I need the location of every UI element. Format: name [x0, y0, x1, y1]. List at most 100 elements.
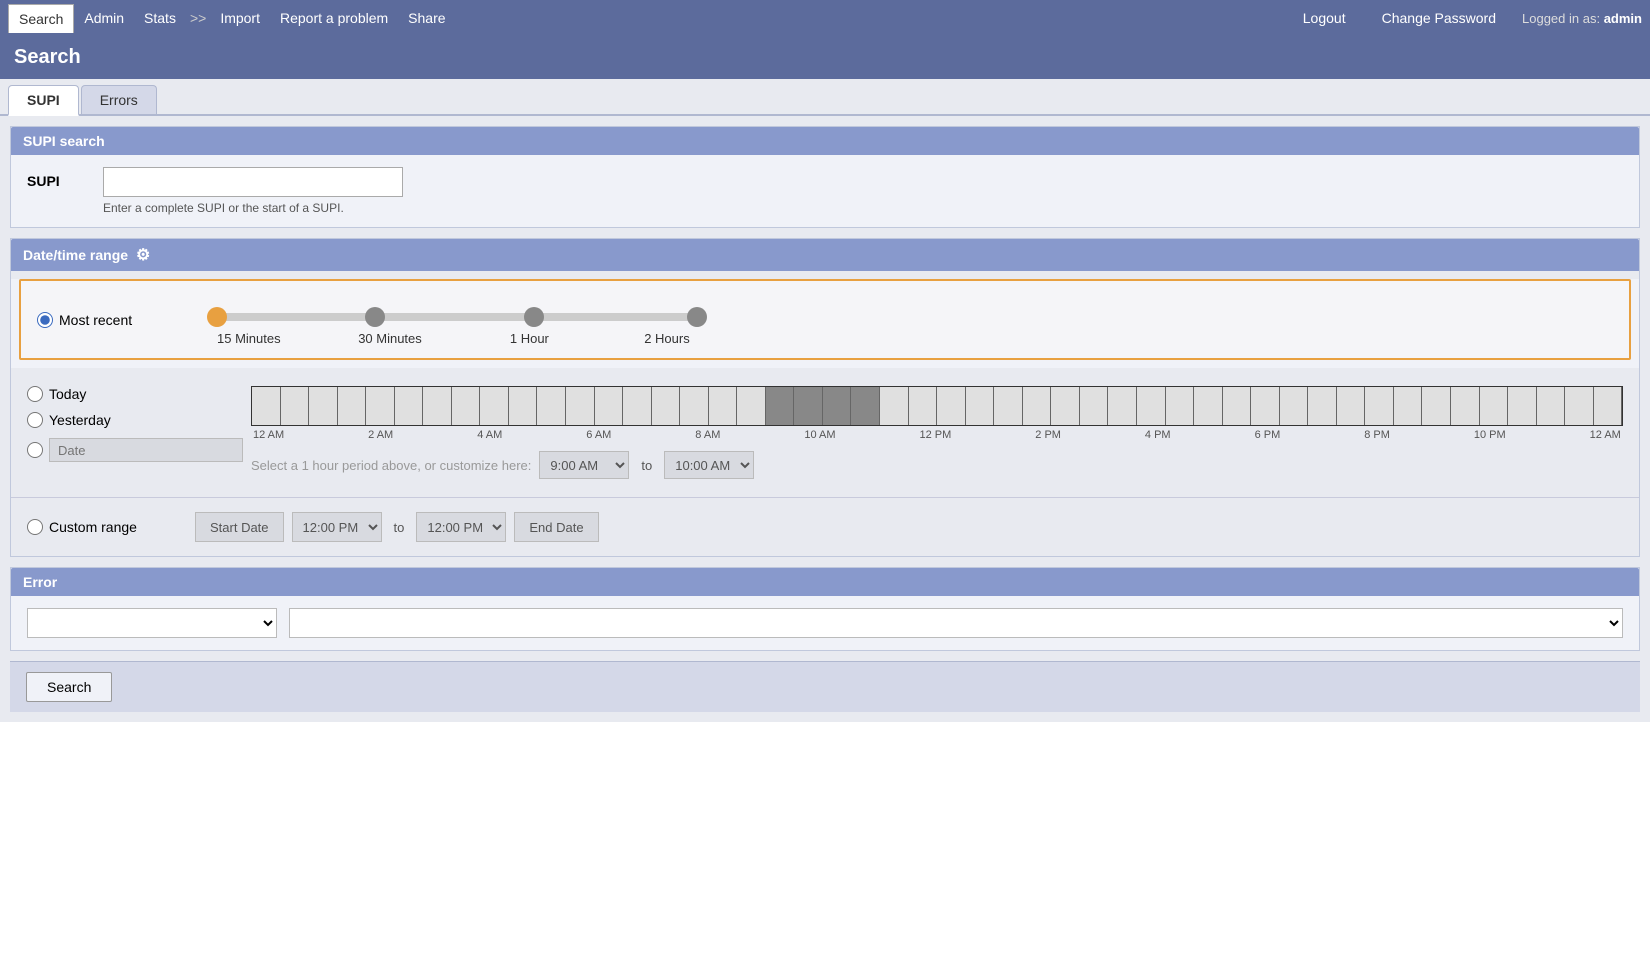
- main-content: SUPI search SUPI Enter a complete SUPI o…: [0, 116, 1650, 722]
- timeline-cell[interactable]: [1451, 387, 1480, 425]
- timeline-cell[interactable]: [366, 387, 395, 425]
- yesterday-label[interactable]: Yesterday: [27, 412, 243, 428]
- search-button[interactable]: Search: [26, 672, 112, 702]
- time-to-select[interactable]: 10:00 AM 11:00 AM: [664, 451, 754, 479]
- slider-label-3: 2 Hours: [637, 331, 697, 346]
- timeline-cell[interactable]: [737, 387, 766, 425]
- slider-dot-0[interactable]: [207, 307, 227, 327]
- timeline-label: 8 PM: [1364, 429, 1390, 441]
- timeline-cell[interactable]: [1480, 387, 1509, 425]
- timeline-cell[interactable]: [1508, 387, 1537, 425]
- time-from-select[interactable]: 9:00 AM 10:00 AM: [539, 451, 629, 479]
- timeline-cell[interactable]: [1422, 387, 1451, 425]
- timeline-cell[interactable]: [1251, 387, 1280, 425]
- slider-dot-2[interactable]: [524, 307, 544, 327]
- nav-share[interactable]: Share: [398, 2, 455, 34]
- timeline-cell[interactable]: [1137, 387, 1166, 425]
- most-recent-text: Most recent: [59, 312, 132, 328]
- timeline-cell[interactable]: [1051, 387, 1080, 425]
- error-select-1[interactable]: [27, 608, 277, 638]
- timeline-cell[interactable]: [680, 387, 709, 425]
- date-radio[interactable]: [27, 442, 43, 458]
- timeline-cell[interactable]: [338, 387, 367, 425]
- timeline-cell[interactable]: [566, 387, 595, 425]
- day-radios: Today Yesterday: [27, 378, 243, 462]
- page-title: Search: [0, 36, 1650, 79]
- nav-stats[interactable]: Stats: [134, 2, 186, 34]
- date-input[interactable]: [49, 438, 243, 462]
- timeline-cell[interactable]: [880, 387, 909, 425]
- start-date-btn[interactable]: Start Date: [195, 512, 284, 542]
- timeline-label: 2 PM: [1035, 429, 1061, 441]
- timeline-cell[interactable]: [1280, 387, 1309, 425]
- timeline-cell[interactable]: [937, 387, 966, 425]
- timeline-labels: 12 AM2 AM4 AM6 AM8 AM10 AM12 PM2 PM4 PM6…: [251, 429, 1623, 441]
- nav-search[interactable]: Search: [8, 4, 74, 33]
- timeline-cell[interactable]: [252, 387, 281, 425]
- timeline-cell[interactable]: [623, 387, 652, 425]
- timeline-cell[interactable]: [423, 387, 452, 425]
- timeline-cell[interactable]: [1023, 387, 1052, 425]
- timeline-cell[interactable]: [1394, 387, 1423, 425]
- timeline-cell[interactable]: [966, 387, 995, 425]
- today-text: Today: [49, 386, 86, 402]
- datetime-body: Most recent 15 Minutes 30 Minutes 1: [11, 279, 1639, 556]
- timeline-cell[interactable]: [1194, 387, 1223, 425]
- nav-admin[interactable]: Admin: [74, 2, 134, 34]
- timeline-cell[interactable]: [1365, 387, 1394, 425]
- timeline-cell[interactable]: [395, 387, 424, 425]
- timeline-cell[interactable]: [509, 387, 538, 425]
- most-recent-radio[interactable]: [37, 312, 53, 328]
- custom-time-from-select[interactable]: 12:00 PM: [292, 512, 382, 542]
- timeline-cell[interactable]: [1166, 387, 1195, 425]
- timeline-cell[interactable]: [1108, 387, 1137, 425]
- nav-logout[interactable]: Logout: [1293, 2, 1356, 34]
- timeline-bar[interactable]: [251, 386, 1623, 426]
- error-select-2[interactable]: [289, 608, 1623, 638]
- timeline-cell[interactable]: [1308, 387, 1337, 425]
- timeline-cell[interactable]: [309, 387, 338, 425]
- timeline-cell[interactable]: [1594, 387, 1623, 425]
- timeline-cell[interactable]: [652, 387, 681, 425]
- supi-input[interactable]: [103, 167, 403, 197]
- supi-row: SUPI Enter a complete SUPI or the start …: [27, 167, 1623, 215]
- nav-report-problem[interactable]: Report a problem: [270, 2, 398, 34]
- day-options-row: Today Yesterday 12 AM2: [11, 368, 1639, 497]
- timeline-cell[interactable]: [823, 387, 852, 425]
- timeline-cell[interactable]: [595, 387, 624, 425]
- timeline-cell[interactable]: [709, 387, 738, 425]
- timeline-cell[interactable]: [994, 387, 1023, 425]
- timeline-cell[interactable]: [281, 387, 310, 425]
- timeline-cell[interactable]: [766, 387, 795, 425]
- tab-errors[interactable]: Errors: [81, 85, 157, 114]
- nav-change-password[interactable]: Change Password: [1372, 2, 1506, 34]
- timeline-cell[interactable]: [1537, 387, 1566, 425]
- timeline-cell[interactable]: [851, 387, 880, 425]
- timeline-cell[interactable]: [1223, 387, 1252, 425]
- timeline-cell[interactable]: [909, 387, 938, 425]
- date-label[interactable]: [27, 438, 243, 462]
- timeline-cell[interactable]: [1080, 387, 1109, 425]
- yesterday-radio[interactable]: [27, 412, 43, 428]
- most-recent-label[interactable]: Most recent: [37, 312, 197, 328]
- today-radio[interactable]: [27, 386, 43, 402]
- timeline-cell[interactable]: [480, 387, 509, 425]
- custom-time-to-select[interactable]: 12:00 PM: [416, 512, 506, 542]
- timeline-cell[interactable]: [1565, 387, 1594, 425]
- slider-track[interactable]: [217, 313, 697, 321]
- username: admin: [1604, 11, 1642, 26]
- today-label[interactable]: Today: [27, 386, 243, 402]
- nav-import[interactable]: Import: [210, 2, 270, 34]
- end-date-btn[interactable]: End Date: [514, 512, 598, 542]
- gear-icon[interactable]: ⚙: [136, 245, 150, 265]
- tab-supi[interactable]: SUPI: [8, 85, 79, 116]
- slider-dot-3[interactable]: [687, 307, 707, 327]
- slider-dot-1[interactable]: [365, 307, 385, 327]
- nav-right: Logout Change Password Logged in as: adm…: [1293, 2, 1642, 34]
- timeline-cell[interactable]: [537, 387, 566, 425]
- custom-range-radio[interactable]: [27, 519, 43, 535]
- timeline-cell[interactable]: [1337, 387, 1366, 425]
- timeline-cell[interactable]: [794, 387, 823, 425]
- custom-range-label[interactable]: Custom range: [27, 519, 187, 535]
- timeline-cell[interactable]: [452, 387, 481, 425]
